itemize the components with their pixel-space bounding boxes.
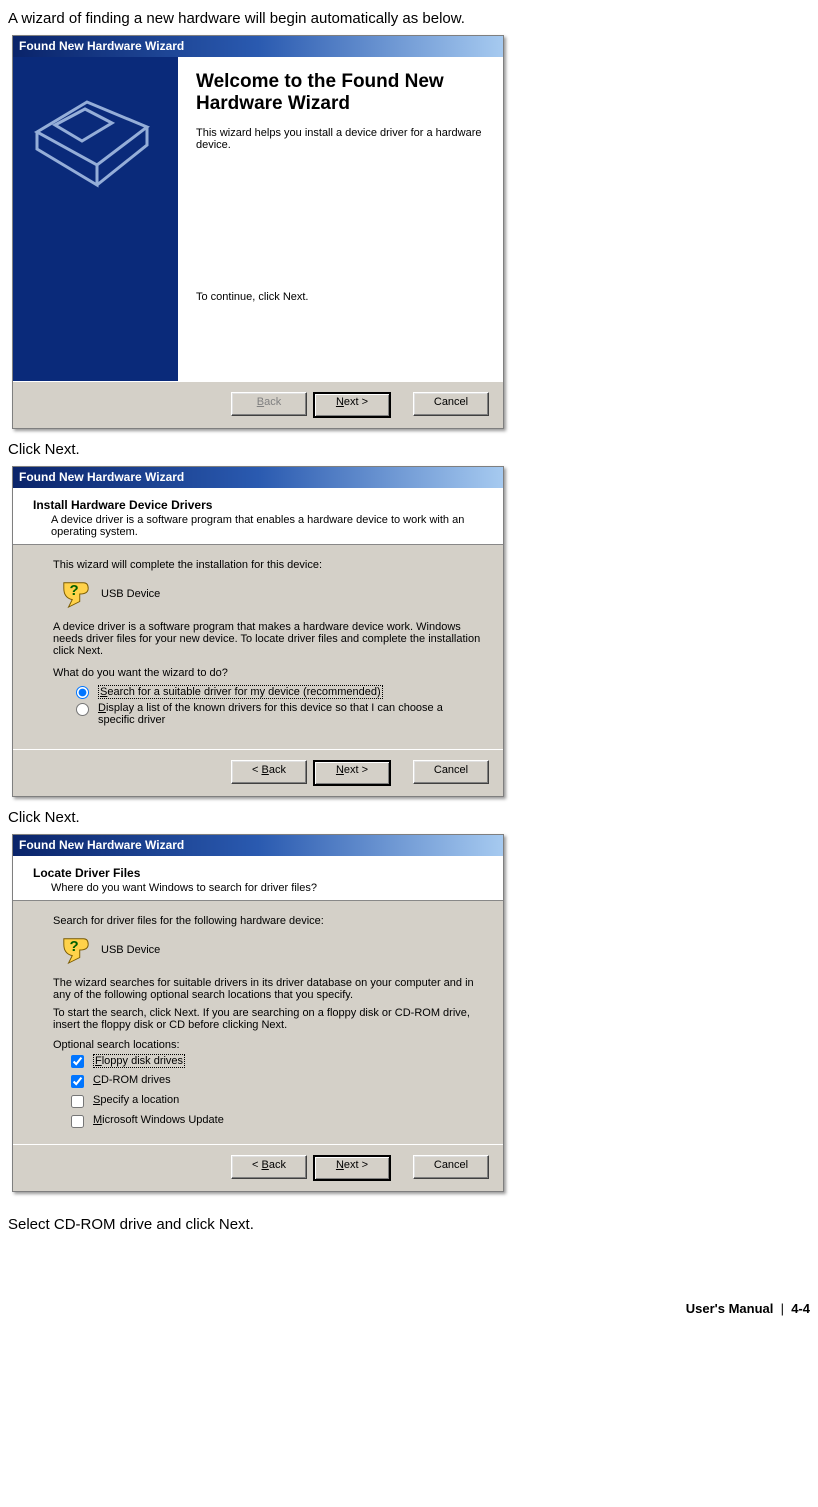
wizard-locate-files: Found New Hardware Wizard Locate Driver … bbox=[12, 834, 504, 1192]
back-button: Back bbox=[231, 392, 307, 416]
radio-display-list[interactable]: Display a list of the known drivers for … bbox=[71, 702, 481, 726]
page-footer: User's Manual | 4-4 bbox=[8, 1301, 810, 1316]
cancel-button[interactable]: Cancel bbox=[413, 392, 489, 416]
wizard-heading: Welcome to the Found New Hardware Wizard bbox=[196, 71, 485, 115]
desc2: The wizard searches for suitable drivers… bbox=[53, 977, 481, 1001]
checkbox-input[interactable] bbox=[71, 1095, 84, 1108]
wizard-content: Search for driver files for the followin… bbox=[13, 901, 503, 1144]
check-specify[interactable]: Specify a location bbox=[67, 1094, 481, 1111]
svg-text:?: ? bbox=[70, 582, 79, 599]
checkbox-input[interactable] bbox=[71, 1075, 84, 1088]
instruction-click-next-2: Click Next. bbox=[8, 809, 810, 826]
instruction-intro: A wizard of finding a new hardware will … bbox=[8, 10, 810, 27]
wizard-content: This wizard will complete the installati… bbox=[13, 545, 503, 749]
desc2: A device driver is a software program th… bbox=[53, 621, 481, 657]
side-graphic bbox=[13, 57, 178, 381]
header-title: Install Hardware Device Drivers bbox=[33, 498, 489, 512]
next-button[interactable]: Next > bbox=[313, 1155, 391, 1181]
cancel-button[interactable]: Cancel bbox=[413, 760, 489, 784]
device-icon bbox=[27, 87, 157, 197]
radio-input[interactable] bbox=[76, 686, 89, 699]
question-icon: ? bbox=[61, 935, 91, 965]
button-row: < Back Next > Cancel bbox=[13, 749, 503, 796]
titlebar: Found New Hardware Wizard bbox=[13, 36, 503, 57]
continue-hint: To continue, click Next. bbox=[196, 291, 485, 303]
instruction-select-cd: Select CD-ROM drive and click Next. bbox=[8, 1216, 810, 1233]
button-row: Back Next > Cancel bbox=[13, 381, 503, 428]
check-cdrom[interactable]: CD-ROM drives bbox=[67, 1074, 481, 1091]
question: What do you want the wizard to do? bbox=[53, 667, 481, 679]
optional-label: Optional search locations: bbox=[53, 1039, 481, 1051]
header-subtitle: A device driver is a software program th… bbox=[51, 514, 489, 538]
footer-title: User's Manual bbox=[686, 1301, 774, 1316]
wizard-header: Install Hardware Device Drivers A device… bbox=[13, 488, 503, 545]
cancel-button[interactable]: Cancel bbox=[413, 1155, 489, 1179]
wizard-header: Locate Driver Files Where do you want Wi… bbox=[13, 856, 503, 901]
next-button[interactable]: Next > bbox=[313, 392, 391, 418]
wizard-welcome: Found New Hardware Wizard Welcome to the… bbox=[12, 35, 504, 429]
check-floppy[interactable]: Floppy disk drives bbox=[67, 1054, 481, 1071]
header-title: Locate Driver Files bbox=[33, 866, 489, 880]
desc3: To start the search, click Next. If you … bbox=[53, 1007, 481, 1031]
next-button[interactable]: Next > bbox=[313, 760, 391, 786]
page-number: 4-4 bbox=[791, 1301, 810, 1316]
wizard-install-drivers: Found New Hardware Wizard Install Hardwa… bbox=[12, 466, 504, 797]
radio-input[interactable] bbox=[76, 703, 89, 716]
line1: This wizard will complete the installati… bbox=[53, 559, 481, 571]
header-subtitle: Where do you want Windows to search for … bbox=[51, 882, 489, 894]
titlebar: Found New Hardware Wizard bbox=[13, 467, 503, 488]
checkbox-input[interactable] bbox=[71, 1115, 84, 1128]
back-button[interactable]: < Back bbox=[231, 760, 307, 784]
instruction-click-next-1: Click Next. bbox=[8, 441, 810, 458]
question-icon: ? bbox=[61, 579, 91, 609]
svg-text:?: ? bbox=[70, 938, 79, 955]
checkbox-input[interactable] bbox=[71, 1055, 84, 1068]
button-row: < Back Next > Cancel bbox=[13, 1144, 503, 1191]
back-button[interactable]: < Back bbox=[231, 1155, 307, 1179]
titlebar: Found New Hardware Wizard bbox=[13, 835, 503, 856]
radio-search[interactable]: Search for a suitable driver for my devi… bbox=[71, 685, 481, 699]
device-name: USB Device bbox=[101, 588, 160, 600]
check-windows-update[interactable]: Microsoft Windows Update bbox=[67, 1114, 481, 1131]
wizard-desc: This wizard helps you install a device d… bbox=[196, 127, 485, 151]
line1: Search for driver files for the followin… bbox=[53, 915, 481, 927]
device-name: USB Device bbox=[101, 944, 160, 956]
